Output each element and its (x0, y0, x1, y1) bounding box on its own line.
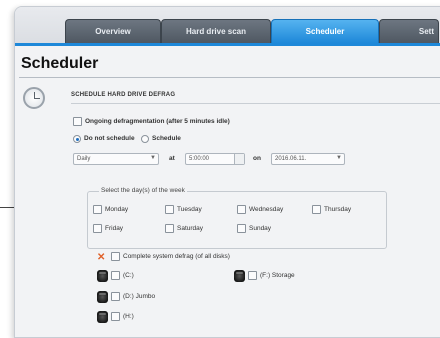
drive-label-c: (C:) (123, 272, 134, 279)
callout-line (0, 207, 14, 208)
app-window: Overview Hard drive scan Scheduler Sett … (14, 6, 440, 338)
day-label-tuesday: Tuesday (177, 206, 202, 213)
day-label-friday: Friday (105, 225, 124, 232)
section-divider (71, 103, 440, 104)
tab-settings[interactable]: Sett (379, 19, 439, 43)
schedule-radio[interactable] (141, 135, 149, 143)
ongoing-defrag-label: Ongoing defragmentation (after 5 minutes… (85, 118, 230, 125)
drive-checkbox-c[interactable] (111, 271, 120, 280)
time-value: 5:00:00 (189, 156, 210, 162)
tab-scheduler[interactable]: Scheduler (271, 19, 379, 43)
date-select[interactable]: 2016.06.11. ▼ (271, 153, 345, 165)
do-not-schedule-radio[interactable] (73, 135, 81, 143)
chevron-down-icon: ▼ (150, 155, 156, 161)
title-divider (19, 77, 440, 78)
at-label: at (169, 155, 175, 162)
hard-drive-icon (234, 270, 245, 282)
chevron-down-icon: ▼ (336, 155, 342, 161)
day-checkbox-friday[interactable] (93, 224, 102, 233)
day-checkbox-saturday[interactable] (165, 224, 174, 233)
time-spinner[interactable] (234, 154, 244, 164)
schedule-label: Schedule (152, 135, 181, 142)
drive-checkbox-h[interactable] (111, 312, 120, 321)
hard-drive-icon (97, 291, 108, 303)
tab-overview[interactable]: Overview (65, 19, 161, 43)
clock-icon (23, 87, 45, 109)
page-title: Scheduler (21, 55, 99, 72)
day-label-monday: Monday (105, 206, 129, 213)
drive-checkbox-f[interactable] (248, 271, 257, 280)
drive-checkbox-d[interactable] (111, 292, 120, 301)
complete-defrag-label: Complete system defrag (of all disks) (123, 253, 230, 260)
day-checkbox-wednesday[interactable] (237, 205, 246, 214)
defrag-x-icon: ✕ (97, 252, 106, 263)
days-group (87, 191, 387, 249)
section-heading: SCHEDULE HARD DRIVE DEFRAG (71, 92, 176, 98)
date-value: 2016.06.11. (275, 156, 307, 162)
complete-defrag-checkbox[interactable] (111, 252, 120, 261)
tab-underline (15, 43, 440, 46)
day-checkbox-monday[interactable] (93, 205, 102, 214)
on-label: on (253, 155, 261, 162)
time-input[interactable]: 5:00:00 (185, 153, 245, 165)
day-label-thursday: Thursday (324, 206, 352, 213)
hard-drive-icon (97, 270, 108, 282)
day-label-sunday: Sunday (249, 225, 272, 232)
day-label-saturday: Saturday (177, 225, 204, 232)
day-checkbox-sunday[interactable] (237, 224, 246, 233)
drive-label-f: (F:) Storage (260, 272, 295, 279)
day-label-wednesday: Wednesday (249, 206, 284, 213)
day-checkbox-tuesday[interactable] (165, 205, 174, 214)
hard-drive-icon (97, 311, 108, 323)
days-legend: Select the day(s) of the week (99, 187, 187, 194)
do-not-schedule-label: Do not schedule (84, 135, 135, 142)
tab-hard-drive-scan[interactable]: Hard drive scan (161, 19, 271, 43)
frequency-select[interactable]: Daily ▼ (73, 153, 159, 165)
frequency-value: Daily (77, 156, 91, 162)
drive-label-h: (H:) (123, 313, 134, 320)
tab-bar: Overview Hard drive scan Scheduler Sett (15, 7, 440, 46)
drive-label-d: (D:) Jumbo (123, 293, 156, 300)
day-checkbox-thursday[interactable] (312, 205, 321, 214)
ongoing-defrag-checkbox[interactable] (73, 117, 82, 126)
